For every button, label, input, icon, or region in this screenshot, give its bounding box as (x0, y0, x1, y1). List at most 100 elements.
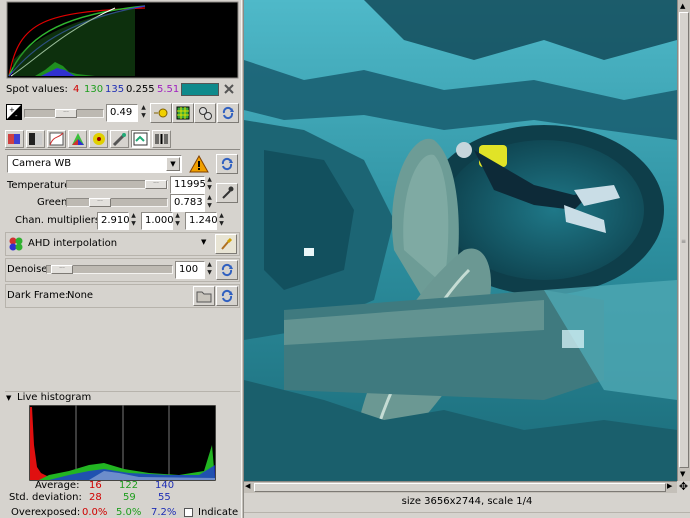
exposure-slider-knob[interactable]: ··· (55, 109, 77, 118)
overexposed-label: Overexposed: (11, 507, 81, 518)
raw-histogram-graph (6, 1, 239, 79)
interpolation-chevron-icon[interactable]: ▼ (201, 238, 206, 246)
darkframe-refresh-button[interactable] (216, 286, 238, 306)
eyedropper-icon[interactable] (216, 183, 238, 203)
exposure-input[interactable]: 0.49 (106, 104, 138, 122)
horizontal-scroll-thumb[interactable] (254, 483, 666, 492)
chan-multiplier-g-input[interactable]: 1.000 (141, 212, 174, 230)
underwater-photo (244, 0, 677, 481)
wb-refresh-button[interactable] (216, 154, 238, 174)
temperature-slider[interactable]: ··· (66, 180, 168, 189)
live-histogram-header[interactable]: ▼ Live histogram (5, 391, 240, 405)
denoise-slider-knob[interactable]: ··· (51, 265, 73, 274)
temperature-spin-arrows[interactable]: ▲ ▼ (205, 176, 214, 194)
spot-values-label: Spot values: (6, 84, 68, 95)
exposure-icon: + - (6, 104, 22, 120)
gears-icon (199, 107, 212, 120)
spot-b-value: 135 (105, 84, 125, 95)
refresh-icon (221, 157, 233, 171)
denoise-slider[interactable]: ··· (46, 265, 173, 274)
indicate-checkbox[interactable] (184, 508, 193, 517)
brush-icon[interactable] (215, 234, 237, 254)
auto-exposure-button[interactable] (150, 103, 172, 123)
vertical-scrollbar[interactable]: ▲ ≡ ▼ (677, 0, 690, 481)
average-b: 140 (155, 480, 175, 491)
average-label: Average: (35, 480, 80, 491)
temperature-slider-knob[interactable]: ··· (145, 180, 167, 189)
move-navigator-icon[interactable]: ✥ (677, 481, 690, 493)
chan-multiplier-r-input[interactable]: 2.910 (97, 212, 130, 230)
scroll-right-arrow[interactable]: ▶ (667, 482, 672, 490)
histogram-toggle-button[interactable] (172, 103, 194, 123)
image-preview[interactable] (244, 0, 677, 481)
spot-color-swatch (181, 83, 219, 96)
temperature-input[interactable]: 11995 (170, 176, 206, 194)
expander-arrow-icon: ▼ (6, 394, 12, 402)
interpolation-select[interactable]: AHD interpolation (28, 238, 213, 249)
denoise-input[interactable]: 100 (175, 261, 205, 279)
darkframe-label: Dark Frame: (7, 290, 69, 301)
green-slider-knob[interactable]: ··· (89, 198, 111, 207)
close-icon[interactable] (222, 82, 236, 96)
scroll-up-arrow[interactable]: ▲ (680, 2, 685, 10)
green-label: Green (37, 197, 68, 208)
overexposed-b: 7.2% (151, 507, 177, 518)
live-histogram-title: Live histogram (17, 392, 92, 403)
refresh-icon (221, 263, 233, 277)
interpolation-value: AHD interpolation (28, 238, 118, 249)
status-text: size 3656x2744, scale 1/4 (401, 496, 533, 507)
chan-multiplier-r-spin[interactable]: ▲ ▼ (129, 212, 138, 230)
spot-g-value: 130 (84, 84, 104, 95)
tab-crop-icon[interactable] (110, 130, 129, 148)
denoise-refresh-button[interactable] (216, 260, 238, 280)
spot-r-value: 4 (73, 84, 80, 95)
chevron-down-icon: ▼ (166, 157, 180, 171)
chan-multiplier-g-spin[interactable]: ▲ ▼ (173, 212, 182, 230)
tab-curves-icon[interactable] (47, 130, 66, 148)
average-g: 122 (119, 480, 139, 491)
settings-button[interactable] (194, 103, 216, 123)
warning-icon (189, 154, 211, 174)
chan-multiplier-b-spin[interactable]: ▲ ▼ (217, 212, 226, 230)
refresh-icon (221, 289, 233, 303)
denoise-label: Denoise (7, 264, 48, 275)
green-slider[interactable]: ··· (66, 198, 168, 207)
exposure-slider[interactable]: ··· (24, 109, 104, 118)
tab-color-icon[interactable] (68, 130, 87, 148)
exposure-spin-arrows[interactable]: ▲ ▼ (139, 104, 148, 122)
tab-saturation-icon[interactable] (89, 130, 108, 148)
chan-multipliers-label: Chan. multipliers: (15, 215, 104, 226)
spot-hue-value: 5.51 (157, 84, 180, 95)
spot-luminance-value: 0.255 (126, 84, 155, 95)
tab-exif-icon[interactable] (131, 130, 150, 148)
tab-wb-icon[interactable] (5, 130, 24, 148)
vertical-scroll-thumb[interactable]: ≡ (679, 12, 689, 468)
refresh-icon[interactable] (217, 103, 239, 123)
horizontal-scrollbar[interactable]: ◀ ▶ (244, 481, 677, 493)
scroll-left-arrow[interactable]: ◀ (245, 482, 250, 490)
tab-grayscale-icon[interactable] (26, 130, 45, 148)
wb-preset-select[interactable]: Camera WB ▼ (7, 155, 182, 173)
raw-histogram-panel (5, 0, 240, 80)
bulb-icon (154, 108, 168, 118)
average-r: 16 (89, 480, 102, 491)
tab-barcode-icon[interactable] (152, 130, 171, 148)
status-bar: size 3656x2744, scale 1/4 (244, 494, 690, 512)
scroll-down-arrow[interactable]: ▼ (680, 470, 685, 478)
overexposed-r: 0.0% (82, 507, 108, 518)
tool-tabs (5, 128, 240, 150)
green-input[interactable]: 0.783 (170, 194, 205, 212)
rgb-circles-icon (8, 236, 24, 252)
darkframe-value: None (67, 290, 94, 301)
std-r: 28 (89, 492, 102, 503)
indicate-label: Indicate (198, 507, 239, 518)
live-histogram-graph (28, 404, 217, 482)
status-strip (244, 512, 690, 518)
folder-icon[interactable] (193, 286, 215, 306)
std-g: 59 (123, 492, 136, 503)
denoise-spin-arrows[interactable]: ▲ ▼ (205, 261, 214, 279)
chan-multiplier-b-input[interactable]: 1.240 (185, 212, 218, 230)
temperature-label: Temperature (7, 180, 71, 191)
green-spin-arrows[interactable]: ▲ ▼ (205, 194, 214, 212)
overexposed-g: 5.0% (116, 507, 142, 518)
